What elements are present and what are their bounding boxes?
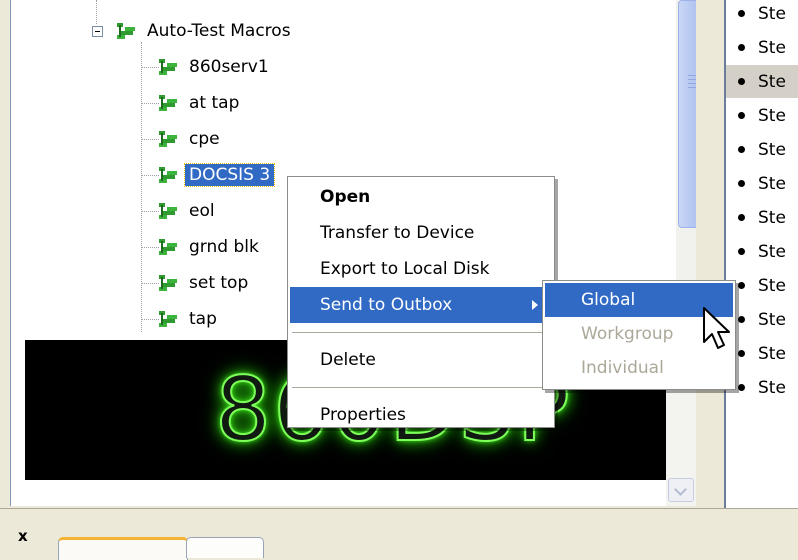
list-item[interactable]: Ste	[726, 0, 798, 30]
bullet-icon	[738, 180, 745, 187]
tree-item-label: DOCSIS 3	[183, 163, 276, 187]
list-item-label: Ste	[758, 275, 786, 296]
list-item[interactable]: Ste	[726, 167, 798, 200]
bullet-icon	[738, 112, 745, 119]
list-item[interactable]: Ste	[726, 133, 798, 166]
list-item-label: Ste	[758, 377, 786, 398]
tree-item[interactable]: tap	[157, 306, 221, 332]
tree-item-label: cpe	[189, 129, 220, 149]
macro-tree-icon	[159, 239, 177, 255]
bullet-icon	[738, 44, 745, 51]
list-item[interactable]: Ste	[726, 65, 798, 98]
tab-active[interactable]	[58, 537, 188, 560]
macro-tree-icon	[159, 59, 177, 75]
menu-item-open[interactable]: Open	[290, 179, 552, 215]
tree-item-label: eol	[189, 201, 215, 221]
macro-tree-icon	[159, 167, 177, 183]
tree-connector	[96, 0, 97, 24]
mouse-pointer-icon	[703, 307, 730, 349]
collapse-toggle-icon[interactable]	[92, 26, 103, 37]
tree-item[interactable]: set top	[157, 270, 252, 296]
tree-folder-auto-test-macros[interactable]: Auto-Test Macros	[115, 18, 295, 44]
list-item-label: Ste	[758, 241, 786, 262]
bullet-icon	[738, 10, 745, 17]
menu-item-delete[interactable]: Delete	[290, 342, 552, 378]
macro-tree-icon	[159, 311, 177, 327]
bullet-icon	[738, 282, 745, 289]
list-item-label: Ste	[758, 71, 786, 92]
list-item[interactable]: Ste	[726, 337, 798, 370]
bullet-icon	[738, 78, 745, 85]
context-menu: Open Transfer to Device Export to Local …	[287, 176, 555, 428]
list-item[interactable]: Ste	[726, 99, 798, 132]
menu-separator	[292, 387, 550, 388]
bottom-tab-strip: x	[0, 508, 798, 560]
macro-tree-icon	[159, 275, 177, 291]
tree-item[interactable]: grnd blk	[157, 234, 263, 260]
list-item[interactable]: Ste	[726, 235, 798, 268]
list-item[interactable]: Ste	[726, 371, 798, 404]
steps-list-panel[interactable]: Ste Ste Ste Ste Ste Ste Ste Ste Ste Ste Ste Ste	[724, 0, 798, 508]
bullet-icon	[738, 316, 745, 323]
tree-item[interactable]: at tap	[157, 90, 243, 116]
menu-item-send-to-outbox[interactable]: Send to Outbox	[290, 287, 552, 323]
list-item-label: Ste	[758, 207, 786, 228]
macro-tree-icon	[117, 23, 135, 39]
close-icon[interactable]: x	[18, 527, 28, 545]
bullet-icon	[738, 214, 745, 221]
tree-item-label: tap	[189, 309, 217, 329]
menu-item-properties[interactable]: Properties	[290, 397, 552, 433]
tree-connector	[141, 42, 142, 332]
list-item[interactable]: Ste	[726, 303, 798, 336]
list-item-label: Ste	[758, 105, 786, 126]
macro-tree-icon	[159, 203, 177, 219]
tree-item-label: at tap	[189, 93, 240, 113]
bullet-icon	[738, 146, 745, 153]
tree-item-label: 860serv1	[189, 57, 269, 77]
list-item-label: Ste	[758, 3, 786, 24]
tree-item-label: set top	[189, 273, 249, 293]
tree-scrollbar-thumb[interactable]	[678, 0, 696, 228]
menu-item-export-to-local-disk[interactable]: Export to Local Disk	[290, 251, 552, 287]
macro-tree-icon	[159, 131, 177, 147]
list-item-label: Ste	[758, 37, 786, 58]
list-item[interactable]: Ste	[726, 201, 798, 234]
tree-item-label: grnd blk	[189, 237, 259, 257]
list-item[interactable]: Ste	[726, 31, 798, 64]
tab-inactive[interactable]	[186, 537, 264, 558]
submenu-arrow-icon	[532, 300, 538, 310]
tree-item[interactable]: DOCSIS 3	[157, 162, 276, 188]
list-item-label: Ste	[758, 309, 786, 330]
submenu-item-individual: Individual	[581, 358, 664, 378]
list-item-label: Ste	[758, 173, 786, 194]
menu-separator	[292, 332, 550, 333]
tree-item[interactable]: eol	[157, 198, 219, 224]
bullet-icon	[738, 350, 745, 357]
list-item[interactable]: Ste	[726, 269, 798, 302]
scroll-down-icon[interactable]	[668, 478, 694, 502]
menu-item-transfer-to-device[interactable]: Transfer to Device	[290, 215, 552, 251]
macro-tree-icon	[159, 95, 177, 111]
bullet-icon	[738, 248, 745, 255]
tree-item[interactable]: 860serv1	[157, 54, 273, 80]
list-item-label: Ste	[758, 139, 786, 160]
list-item-label: Ste	[758, 343, 786, 364]
tree-folder-label: Auto-Test Macros	[147, 21, 291, 41]
bullet-icon	[738, 384, 745, 391]
tree-item[interactable]: cpe	[157, 126, 224, 152]
